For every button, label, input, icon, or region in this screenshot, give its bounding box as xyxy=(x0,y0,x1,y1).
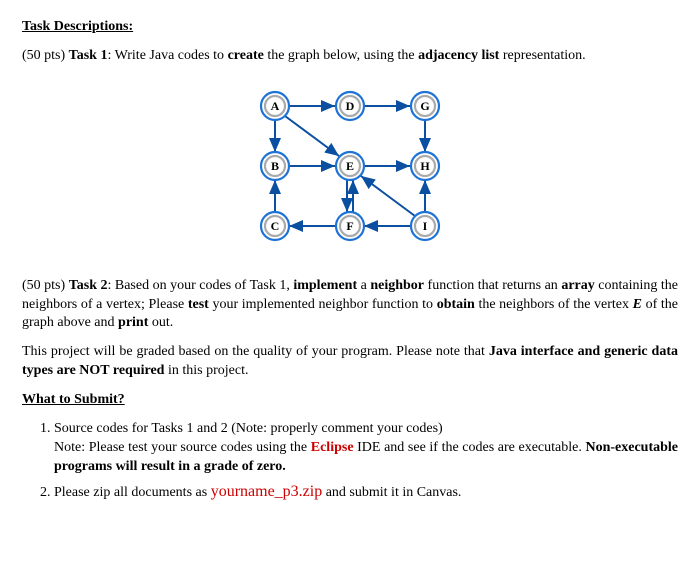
graph-node-i: I xyxy=(411,212,439,240)
submit-item-2: Please zip all documents as yourname_p3.… xyxy=(54,481,678,503)
svg-text:C: C xyxy=(271,219,280,233)
task1-label: Task 1 xyxy=(69,48,108,63)
task2-pts: (50 pts) xyxy=(22,278,69,293)
submit1b-mid: IDE and see if the codes are executable. xyxy=(354,440,586,455)
graph-node-h: H xyxy=(411,152,439,180)
svg-text:H: H xyxy=(420,159,430,173)
submit-list: Source codes for Tasks 1 and 2 (Note: pr… xyxy=(22,420,678,503)
t2test: test xyxy=(188,297,209,312)
task2-paragraph: (50 pts) Task 2: Based on your codes of … xyxy=(22,277,678,334)
t2t6: the neighbors of the vertex xyxy=(475,297,633,312)
t2t3: function that returns an xyxy=(424,278,561,293)
t2t2: a xyxy=(357,278,370,293)
task-descriptions-heading: Task Descriptions: xyxy=(22,18,678,37)
t2neigh: neighbor xyxy=(370,278,424,293)
graph-node-b: B xyxy=(261,152,289,180)
t2impl: implement xyxy=(293,278,357,293)
graph-node-a: A xyxy=(261,92,289,120)
submit1b-eclipse: Eclipse xyxy=(311,440,354,455)
submit2-post: and submit it in Canvas. xyxy=(322,485,461,500)
task1-pts: (50 pts) xyxy=(22,48,69,63)
graph-node-d: D xyxy=(336,92,364,120)
svg-text:E: E xyxy=(346,159,354,173)
graph-node-c: C xyxy=(261,212,289,240)
submit2-zipname: yourname_p3.zip xyxy=(211,483,323,500)
task1-text1: : Write Java codes to xyxy=(107,48,227,63)
svg-text:F: F xyxy=(346,219,353,233)
graph-diagram: A D G B E H C F I xyxy=(22,76,678,263)
task1-create: create xyxy=(228,48,264,63)
task2-label: Task 2 xyxy=(69,278,108,293)
submit1b-pre: Note: Please test your source codes usin… xyxy=(54,440,311,455)
submit-item-1: Source codes for Tasks 1 and 2 (Note: pr… xyxy=(54,420,678,477)
grading-t1: This project will be graded based on the… xyxy=(22,344,489,359)
graph-node-g: G xyxy=(411,92,439,120)
t2E: E xyxy=(633,297,642,312)
svg-text:I: I xyxy=(423,219,428,233)
t2t5: your implemented neighbor function to xyxy=(209,297,437,312)
task1-text2: the graph below, using the xyxy=(264,48,418,63)
svg-text:B: B xyxy=(271,159,279,173)
graph-node-f: F xyxy=(336,212,364,240)
task1-adjacency: adjacency list xyxy=(418,48,499,63)
grading-paragraph: This project will be graded based on the… xyxy=(22,343,678,381)
t2arr: array xyxy=(561,278,594,293)
svg-text:G: G xyxy=(420,99,429,113)
t2print: print xyxy=(118,315,148,330)
task1-paragraph: (50 pts) Task 1: Write Java codes to cre… xyxy=(22,47,678,66)
svg-text:D: D xyxy=(346,99,355,113)
submit1a: Source codes for Tasks 1 and 2 (Note: pr… xyxy=(54,421,443,436)
what-to-submit-heading: What to Submit? xyxy=(22,391,678,410)
grading-t2: in this project. xyxy=(164,363,248,378)
submit2-pre: Please zip all documents as xyxy=(54,485,211,500)
t2t8: out. xyxy=(148,315,173,330)
t2obt: obtain xyxy=(437,297,475,312)
t2t1: : Based on your codes of Task 1, xyxy=(107,278,293,293)
graph-node-e: E xyxy=(336,152,364,180)
task1-text3: representation. xyxy=(499,48,585,63)
svg-text:A: A xyxy=(271,99,280,113)
